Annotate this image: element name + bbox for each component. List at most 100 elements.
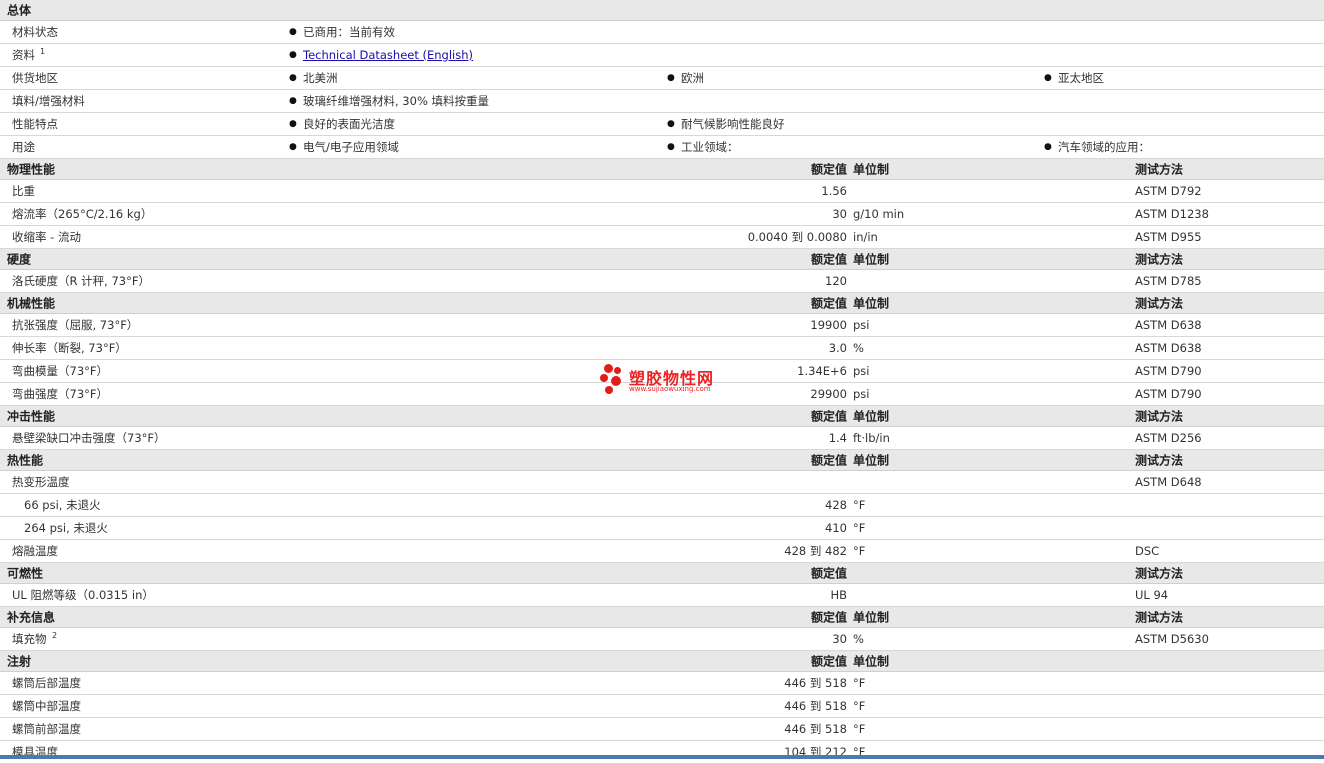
bullet-icon: ● <box>289 73 297 83</box>
property-label: 抗张强度（屈服, 73°F） <box>12 318 139 332</box>
property-value: 亚太地区 <box>1058 71 1104 85</box>
header-test-method: 测试方法 <box>1135 453 1184 468</box>
property-label: 性能特点 <box>12 117 58 131</box>
property-unit: °F <box>853 722 866 736</box>
property-value: 428 到 482 <box>784 544 847 558</box>
property-unit: °F <box>853 498 866 512</box>
property-row: 66 psi, 未退火 428 °F <box>0 494 1324 517</box>
property-unit: g/10 min <box>853 207 905 221</box>
section-header-general: 总体 <box>0 0 1324 21</box>
bullet-icon: ● <box>289 27 297 37</box>
property-row: 264 psi, 未退火 410 °F <box>0 517 1324 540</box>
property-value: 446 到 518 <box>784 722 847 736</box>
property-unit: °F <box>853 544 866 558</box>
header-unit: 单位制 <box>853 296 890 311</box>
property-label: 螺筒中部温度 <box>12 699 81 713</box>
property-unit: psi <box>853 318 870 332</box>
section-header: 硬度 额定值 单位制 测试方法 <box>0 249 1324 270</box>
header-value: 额定值 <box>810 453 847 468</box>
section-title: 硬度 <box>7 252 32 267</box>
bullet-icon: ● <box>289 119 297 129</box>
property-unit: in/in <box>853 230 878 244</box>
property-test-method: ASTM D955 <box>1135 230 1202 244</box>
property-row: 填充物 2 30% ASTM D5630 <box>0 628 1324 651</box>
section-title: 可燃性 <box>7 566 44 581</box>
header-unit: 单位制 <box>853 162 890 177</box>
header-unit: 单位制 <box>853 252 890 267</box>
section-title: 物理性能 <box>7 162 56 177</box>
property-row: 螺筒中部温度 446 到 518 °F <box>0 695 1324 718</box>
property-row: UL 阻燃等级（0.0315 in） HB UL 94 <box>0 584 1324 607</box>
property-value: 欧洲 <box>681 71 704 85</box>
property-label: 填料/增强材料 <box>12 94 85 108</box>
property-label: 熔融温度 <box>12 544 58 558</box>
bullet-icon: ● <box>667 142 675 152</box>
watermark-url: www.sujiaowuxing.com <box>629 385 711 393</box>
property-label: 弯曲强度（73°F） <box>12 387 108 401</box>
property-value: 良好的表面光洁度 <box>303 117 395 131</box>
property-value: 30 <box>832 207 847 221</box>
property-value: 3.0 <box>828 341 847 355</box>
property-value: 446 到 518 <box>784 699 847 713</box>
property-unit: °F <box>853 521 866 535</box>
property-label: 供货地区 <box>12 71 58 85</box>
property-unit: psi <box>853 387 870 401</box>
property-value: 428 <box>825 498 847 512</box>
property-unit: psi <box>853 364 870 378</box>
header-value: 额定值 <box>810 162 847 177</box>
property-row: 螺筒前部温度 446 到 518 °F <box>0 718 1324 741</box>
property-label: 比重 <box>12 184 35 198</box>
property-label: UL 阻燃等级（0.0315 in） <box>12 588 154 602</box>
datasheet-link[interactable]: Technical Datasheet (English) <box>303 48 473 62</box>
general-row: 供货地区 ● 北美洲 ● 欧洲 ● 亚太地区 <box>0 67 1324 90</box>
header-value: 额定值 <box>810 566 847 581</box>
property-test-method: ASTM D638 <box>1135 318 1202 332</box>
property-label: 66 psi, 未退火 <box>24 498 101 512</box>
header-unit: 单位制 <box>853 409 890 424</box>
property-unit: °F <box>853 699 866 713</box>
property-row: 熔流率（265°C/2.16 kg） 30 g/10 min ASTM D1238 <box>0 203 1324 226</box>
section-title: 机械性能 <box>7 296 56 311</box>
property-label: 洛氏硬度（R 计秤, 73°F） <box>12 274 150 288</box>
property-label: 收缩率 - 流动 <box>12 230 81 244</box>
bullet-icon: ● <box>667 73 675 83</box>
property-unit: ft·lb/in <box>853 431 890 445</box>
property-label: 资料 <box>12 48 35 62</box>
property-label: 264 psi, 未退火 <box>24 521 108 535</box>
property-value: 1.34E+6 <box>797 364 847 378</box>
general-row: 资料 1 ● Technical Datasheet (English) <box>0 44 1324 67</box>
general-row: 性能特点 ● 良好的表面光洁度 ● 耐气候影响性能良好 <box>0 113 1324 136</box>
property-test-method: ASTM D1238 <box>1135 207 1209 221</box>
property-label: 用途 <box>12 140 35 154</box>
bottom-scroll-bar <box>0 755 1324 759</box>
general-row: 材料状态 ● 已商用：当前有效 <box>0 21 1324 44</box>
header-value: 额定值 <box>810 654 847 669</box>
property-value: 120 <box>825 274 847 288</box>
header-value: 额定值 <box>810 409 847 424</box>
property-test-method: ASTM D256 <box>1135 431 1202 445</box>
property-row: 收缩率 - 流动 0.0040 到 0.0080 in/in ASTM D955 <box>0 226 1324 249</box>
section-header: 机械性能 额定值 单位制 测试方法 <box>0 293 1324 314</box>
property-label: 螺筒后部温度 <box>12 676 81 690</box>
property-label: 填充物 <box>12 632 47 646</box>
section-header: 冲击性能 额定值 单位制 测试方法 <box>0 406 1324 427</box>
property-value: 30 <box>832 632 847 646</box>
property-test-method: DSC <box>1135 544 1160 558</box>
bullet-icon: ● <box>289 142 297 152</box>
property-test-method: ASTM D5630 <box>1135 632 1209 646</box>
property-row: 螺筒后部温度 446 到 518 °F <box>0 672 1324 695</box>
watermark-logo: 塑胶物性网 www.sujiaowuxing.com <box>598 362 738 398</box>
property-value: 耐气候影响性能良好 <box>681 117 785 131</box>
property-test-method: ASTM D790 <box>1135 364 1202 378</box>
property-value: 北美洲 <box>303 71 338 85</box>
header-value: 额定值 <box>810 252 847 267</box>
property-unit: % <box>853 632 864 646</box>
property-unit: % <box>853 341 864 355</box>
property-row: 热变形温度 ASTM D648 <box>0 471 1324 494</box>
header-test-method: 测试方法 <box>1135 162 1184 177</box>
bullet-icon: ● <box>1044 73 1052 83</box>
header-unit: 单位制 <box>853 654 890 669</box>
header-test-method: 测试方法 <box>1135 252 1184 267</box>
property-value: 410 <box>825 521 847 535</box>
property-row: 模具温度 104 到 212 °F <box>0 741 1324 764</box>
